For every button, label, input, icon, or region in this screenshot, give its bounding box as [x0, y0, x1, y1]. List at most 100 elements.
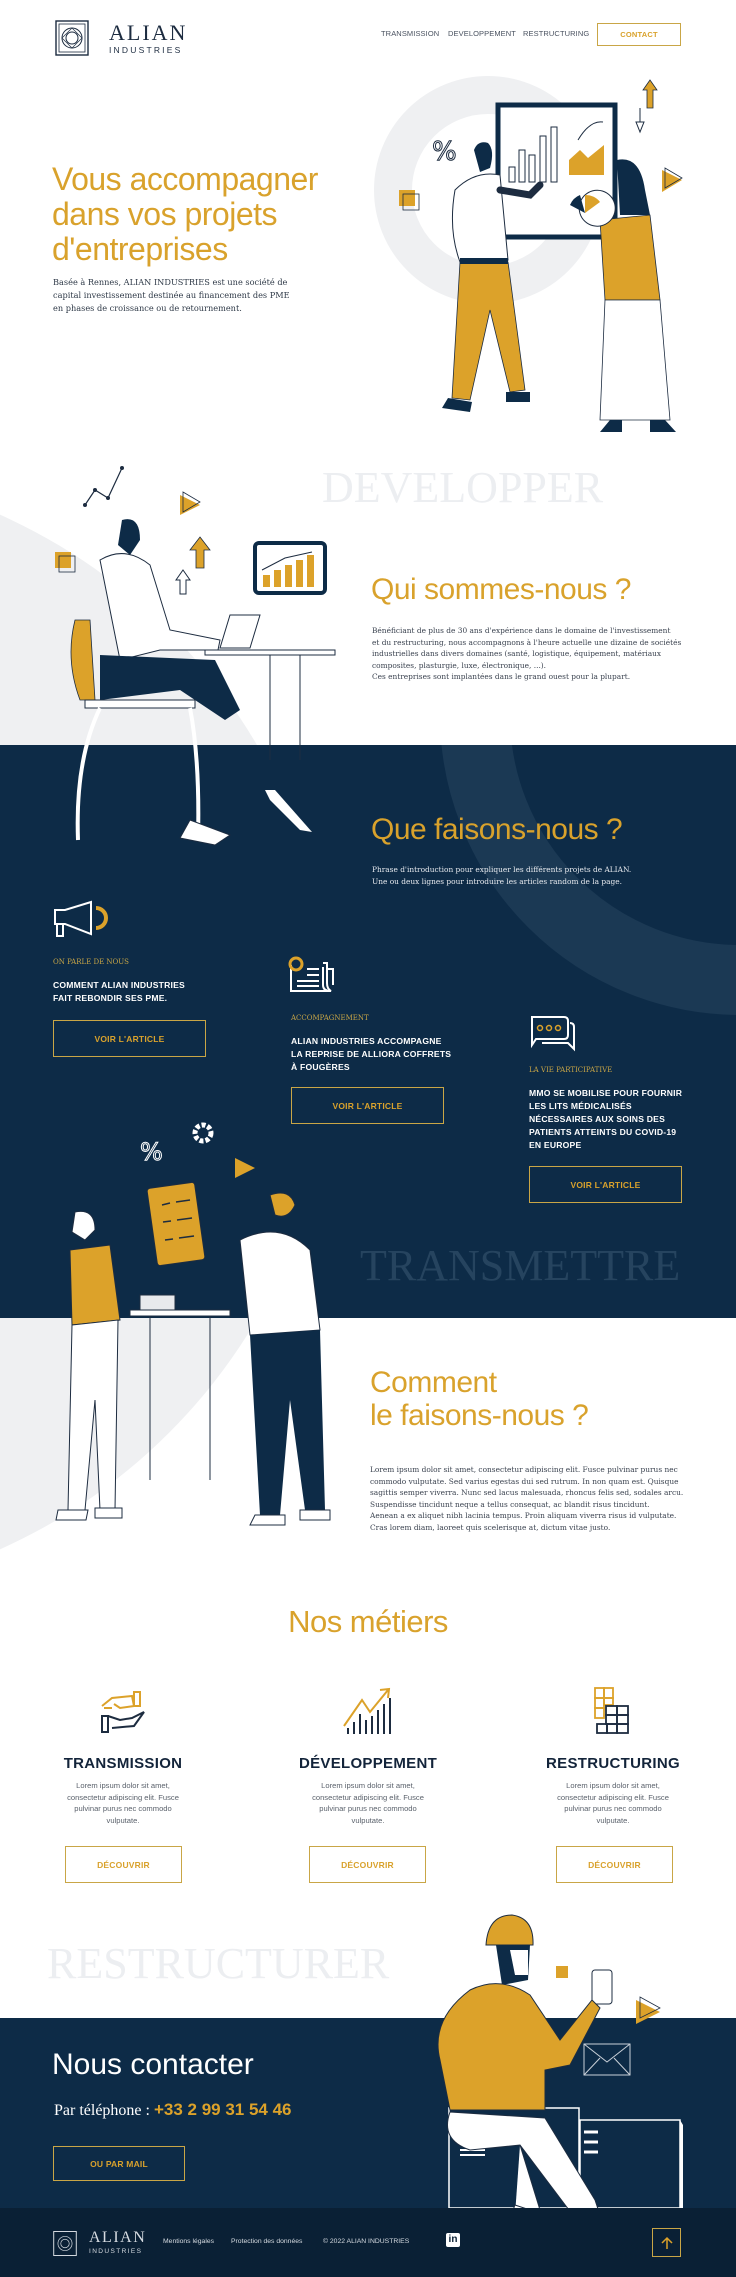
logo-emblem-icon — [55, 20, 89, 56]
how-text-line: Suspendisse tincidunt neque a tellus con… — [370, 1499, 650, 1509]
data-protection-link[interactable]: Protection des données — [231, 2238, 302, 2245]
hero-text-line: Basée à Rennes, ALIAN INDUSTRIES est une… — [53, 277, 288, 287]
about-text: Bénéficiant de plus de 30 ans d'expérien… — [372, 625, 681, 683]
what-intro-line: Une ou deux lignes pour introduire les a… — [372, 876, 622, 886]
what-intro: Phrase d'introduction pour expliquer les… — [372, 864, 631, 887]
about-text-line: et du restructuring, nous accompagnons à… — [372, 637, 682, 647]
read-article-button[interactable]: VOIR L'ARTICLE — [529, 1166, 682, 1203]
article-category: ON PARLE DE NOUS — [53, 958, 129, 966]
discover-button[interactable]: DÉCOUVRIR — [309, 1846, 426, 1883]
arrow-down-icon — [635, 108, 645, 134]
what-title: Que faisons-nous ? — [371, 813, 623, 846]
metier-transmission: TRANSMISSION Lorem ipsum dolor sit amet,… — [38, 1686, 208, 1883]
phone-number[interactable]: +33 2 99 31 54 46 — [154, 2100, 292, 2119]
article-title-line: ALIAN INDUSTRIES ACCOMPAGNE — [291, 1036, 442, 1046]
logo[interactable]: ALIAN INDUSTRIES — [55, 20, 185, 56]
chat-bubbles-icon — [531, 1016, 575, 1052]
developer-illustration — [55, 466, 336, 846]
legal-notice-link[interactable]: Mentions légales — [163, 2238, 214, 2245]
article-title-line: PATIENTS ATTEINTS DU COVID-19 — [529, 1127, 677, 1137]
article-title-line: COMMENT ALIAN INDUSTRIES — [53, 980, 185, 990]
email-button[interactable]: OU PAR MAIL — [53, 2146, 185, 2181]
newspaper-icon — [288, 956, 334, 992]
scroll-top-button[interactable] — [652, 2228, 681, 2257]
what-intro-line: Phrase d'introduction pour expliquer les… — [372, 865, 632, 874]
read-article-button[interactable]: VOIR L'ARTICLE — [53, 1020, 206, 1057]
metier-description: Lorem ipsum dolor sit amet, consectetur a… — [557, 1781, 669, 1825]
article-title-line: LES LITS MÉDICALISÉS — [529, 1101, 632, 1111]
article-title-line: À FOUGÈRES — [291, 1062, 350, 1072]
arrow-up-icon — [660, 2236, 673, 2249]
discover-button[interactable]: DÉCOUVRIR — [556, 1846, 673, 1883]
how-title-line: Comment — [370, 1366, 497, 1399]
watermark-restructurer: RESTRUCTURER — [47, 1939, 390, 1988]
copyright: © 2022 ALIAN INDUSTRIES — [323, 2238, 410, 2245]
metier-description: Lorem ipsum dolor sit amet, consectetur a… — [67, 1781, 179, 1825]
logo-name: ALIAN — [109, 20, 188, 45]
hero-text-line: en phases de croissance ou de retourneme… — [53, 303, 242, 313]
article-title-line: NÉCESSAIRES AUX SOINS DES — [529, 1114, 666, 1124]
how-text-line: sagittis semper viverra. Nunc sed lacus … — [370, 1488, 684, 1497]
watermark-transmettre: TRANSMETTRE — [360, 1241, 681, 1290]
metier-developpement: DÉVELOPPEMENT Lorem ipsum dolor sit amet… — [283, 1686, 453, 1883]
footer-logo-name: ALIAN — [89, 2229, 147, 2246]
article-title-line: EN EUROPE — [529, 1140, 582, 1150]
contact-phone-line: Par téléphone : +33 2 99 31 54 46 — [54, 2100, 292, 2120]
contact-button[interactable]: CONTACT — [597, 23, 681, 46]
article-category: LA VIE PARTICIPATIVE — [529, 1066, 613, 1074]
metier-title: RESTRUCTURING — [546, 1755, 680, 1772]
hero-title-line: Vous accompagner — [52, 161, 318, 197]
contact-title: Nous contacter — [52, 2048, 254, 2081]
about-text-line: Bénéficiant de plus de 30 ans d'expérien… — [372, 626, 671, 635]
footer-logo-sub: INDUSTRIES — [89, 2248, 143, 2255]
metier-description: Lorem ipsum dolor sit amet, consectetur a… — [312, 1781, 424, 1825]
article-category: ACCOMPAGNEMENT — [291, 1014, 369, 1022]
how-title-line: le faisons-nous ? — [370, 1399, 589, 1432]
blocks-icon — [594, 1687, 629, 1734]
logo-sub: INDUSTRIES — [109, 45, 183, 55]
hero-illustration: % — [374, 76, 683, 432]
nav-transmission[interactable]: TRANSMISSION — [381, 29, 439, 38]
team-illustration: % — [55, 1122, 331, 1526]
megaphone-icon — [54, 900, 108, 937]
about-title: Qui sommes-nous ? — [371, 573, 631, 606]
hero-title-line: d'entreprises — [52, 231, 228, 267]
metier-title: DÉVELOPPEMENT — [298, 1755, 438, 1772]
how-text-line: Aenean a ex aliquet nibh lacinia tempus.… — [370, 1511, 677, 1520]
footer-logo[interactable]: ALIAN INDUSTRIES — [53, 2230, 148, 2257]
how-text-line: Lorem ipsum dolor sit amet, consectetur … — [370, 1465, 678, 1474]
about-text-line: Ces entreprises sont implantées dans le … — [372, 672, 631, 681]
hands-icon — [101, 1691, 145, 1733]
hero-title-line: dans vos projets — [52, 196, 278, 232]
hero-title: Vous accompagner dans vos projets d'entr… — [52, 162, 318, 267]
how-title: Comment le faisons-nous ? — [370, 1366, 589, 1432]
hero-text: Basée à Rennes, ALIAN INDUSTRIES est une… — [53, 276, 290, 315]
logo-emblem-icon — [53, 2231, 77, 2256]
nav-developpement[interactable]: DEVELOPPEMENT — [448, 29, 516, 38]
hero-text-line: capital investissement destinée au finan… — [53, 290, 290, 300]
how-text-line: commodo vulputate. Sed varius egestas du… — [370, 1476, 679, 1486]
metier-title: TRANSMISSION — [63, 1755, 183, 1772]
arrow-up-icon — [642, 79, 658, 109]
watermark-developper: DEVELOPPER — [322, 463, 604, 512]
linkedin-icon[interactable]: in — [446, 2233, 460, 2247]
how-text-line: Cras lorem diam, laoreet quis scelerisqu… — [370, 1522, 611, 1532]
about-text-line: composites, plasturgie, luxe, électroniq… — [372, 660, 547, 670]
article-title: ALIAN INDUSTRIES ACCOMPAGNE LA REPRISE D… — [291, 1035, 451, 1074]
article-title: COMMENT ALIAN INDUSTRIES FAIT REBONDIR S… — [53, 979, 185, 1005]
phone-label: Par téléphone : — [54, 2102, 154, 2119]
article-title-line: MMO SE MOBILISE POUR FOURNIR — [529, 1088, 683, 1098]
article-title-line: FAIT REBONDIR SES PME. — [53, 993, 168, 1003]
growth-chart-icon — [343, 1687, 391, 1734]
article-title: MMO SE MOBILISE POUR FOURNIR LES LITS MÉ… — [529, 1087, 682, 1152]
how-text: Lorem ipsum dolor sit amet, consectetur … — [370, 1464, 683, 1533]
gear-icon — [192, 1122, 214, 1144]
percent-icon: % — [140, 1138, 163, 1166]
contact-illustration — [437, 1914, 683, 2226]
nav-restructuring[interactable]: RESTRUCTURING — [523, 29, 589, 38]
article-title-line: LA REPRISE DE ALLIORA COFFRETS — [291, 1049, 452, 1059]
metier-restructuring: RESTRUCTURING Lorem ipsum dolor sit amet… — [528, 1686, 698, 1883]
about-text-line: industrielles dans divers domaines (sant… — [372, 649, 662, 658]
discover-button[interactable]: DÉCOUVRIR — [65, 1846, 182, 1883]
metiers-title: Nos métiers — [288, 1604, 448, 1639]
